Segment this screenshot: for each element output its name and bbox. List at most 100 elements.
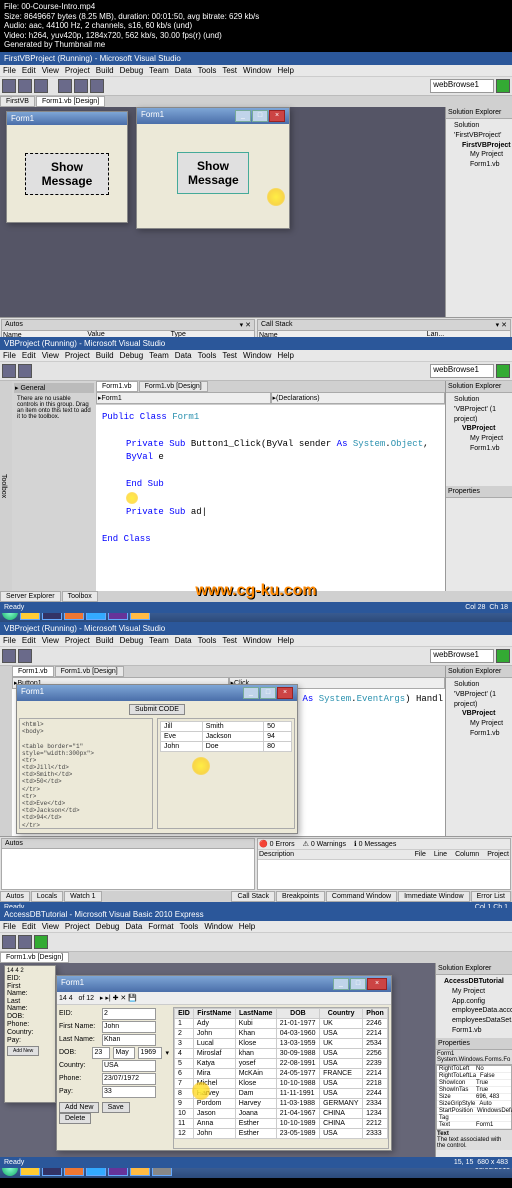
new-icon[interactable] bbox=[2, 935, 16, 949]
menu-edit[interactable]: Edit bbox=[22, 922, 36, 931]
design-form[interactable]: Form1 Show Message bbox=[6, 111, 128, 223]
delete-button[interactable]: Delete bbox=[59, 1113, 91, 1124]
menu-window[interactable]: Window bbox=[243, 66, 271, 75]
table-row[interactable]: 9PordomHarvey11-03-1988GERMANY2334 bbox=[175, 1098, 388, 1108]
cut-icon[interactable] bbox=[58, 79, 72, 93]
menu-debug[interactable]: Debug bbox=[96, 922, 120, 931]
menu-team[interactable]: Team bbox=[149, 66, 169, 75]
main-menu[interactable]: FileEditViewProjectBuildDebugTeamDataToo… bbox=[0, 65, 512, 77]
country-field[interactable] bbox=[102, 1060, 156, 1072]
menu-view[interactable]: View bbox=[42, 922, 59, 931]
pay-field[interactable] bbox=[102, 1086, 156, 1098]
save-icon[interactable] bbox=[18, 364, 32, 378]
minimize-icon[interactable]: _ bbox=[235, 110, 251, 122]
maximize-icon[interactable]: □ bbox=[260, 687, 276, 699]
table-row[interactable]: 10JasonJoana21-04-1967CHINA1234 bbox=[175, 1108, 388, 1118]
code-editor[interactable]: Public Class Form1 Private Sub Button1_C… bbox=[96, 405, 445, 552]
play-icon[interactable] bbox=[496, 649, 510, 663]
running-form[interactable]: Form1 _□× Submit CODE <html><body> <tabl… bbox=[16, 684, 298, 834]
menu-help[interactable]: Help bbox=[277, 66, 293, 75]
menu-team[interactable]: Team bbox=[149, 351, 169, 360]
menu-window[interactable]: Window bbox=[204, 922, 232, 931]
show-message-button-design[interactable]: Show Message bbox=[25, 153, 109, 195]
solution-explorer[interactable]: Solution Explorer Solution 'VBProject' (… bbox=[445, 666, 512, 836]
menu-view[interactable]: View bbox=[42, 66, 59, 75]
toolbox-tab[interactable] bbox=[0, 666, 12, 836]
menu-team[interactable]: Team bbox=[149, 636, 169, 645]
eid-field[interactable] bbox=[102, 1008, 156, 1020]
menu-window[interactable]: Window bbox=[243, 351, 271, 360]
play-icon[interactable] bbox=[34, 935, 48, 949]
open-icon[interactable] bbox=[18, 79, 32, 93]
toolbox-tab[interactable]: Toolbox bbox=[0, 381, 12, 591]
menu-project[interactable]: Project bbox=[65, 922, 90, 931]
play-icon[interactable] bbox=[496, 79, 510, 93]
target-combo[interactable]: webBrowse1 bbox=[430, 79, 494, 93]
menu-file[interactable]: File bbox=[3, 636, 16, 645]
menu-file[interactable]: File bbox=[3, 351, 16, 360]
save-button[interactable]: Save bbox=[102, 1102, 130, 1113]
running-form[interactable]: Form1 _□× Show Message bbox=[136, 107, 290, 229]
solution-explorer[interactable]: Solution Explorer AccessDBTutorial My Pr… bbox=[435, 963, 512, 1157]
close-icon[interactable]: × bbox=[277, 687, 293, 699]
close-icon[interactable]: × bbox=[269, 110, 285, 122]
menu-data[interactable]: Data bbox=[175, 66, 192, 75]
main-menu[interactable]: FileEditViewProjectDebugDataFormatToolsW… bbox=[0, 921, 512, 933]
toolbar[interactable]: webBrowse1 bbox=[0, 77, 512, 96]
menu-project[interactable]: Project bbox=[65, 351, 90, 360]
menu-build[interactable]: Build bbox=[96, 351, 114, 360]
save-icon[interactable] bbox=[18, 935, 32, 949]
menu-debug[interactable]: Debug bbox=[120, 66, 144, 75]
error-list[interactable]: 🔴 0 Errors⚠ 0 Warningsℹ 0 Messages Descr… bbox=[257, 838, 511, 890]
menu-tools[interactable]: Tools bbox=[198, 66, 217, 75]
autos-panel[interactable]: Autos bbox=[1, 838, 255, 890]
method-combo[interactable]: ▸(Declarations) bbox=[271, 392, 446, 404]
table-row[interactable]: 4Miroslafkhan30-09-1988USA2256 bbox=[175, 1048, 388, 1058]
html-textbox[interactable]: <html><body> <table border="1" style="wi… bbox=[19, 718, 153, 829]
save-icon[interactable] bbox=[34, 79, 48, 93]
menu-build[interactable]: Build bbox=[96, 636, 114, 645]
menu-format[interactable]: Format bbox=[148, 922, 173, 931]
new-icon[interactable] bbox=[2, 364, 16, 378]
menu-tools[interactable]: Tools bbox=[198, 351, 217, 360]
menu-tools[interactable]: Tools bbox=[198, 636, 217, 645]
save-icon[interactable] bbox=[18, 649, 32, 663]
play-icon[interactable] bbox=[496, 364, 510, 378]
show-message-button[interactable]: Show Message bbox=[177, 152, 249, 194]
paste-icon[interactable] bbox=[90, 79, 104, 93]
menu-edit[interactable]: Edit bbox=[22, 351, 36, 360]
menu-test[interactable]: Test bbox=[222, 66, 237, 75]
maximize-icon[interactable]: □ bbox=[350, 978, 366, 990]
toolbar[interactable]: webBrowse1 bbox=[0, 647, 512, 666]
menu-tools[interactable]: Tools bbox=[180, 922, 199, 931]
phone-field[interactable] bbox=[102, 1073, 156, 1085]
data-grid[interactable]: EIDFirstNameLastNameDOBCountryPhon1AdyKu… bbox=[173, 1007, 389, 1149]
table-row[interactable]: 2JohnKhan04-03-1960USA2214 bbox=[175, 1028, 388, 1038]
table-row[interactable]: 5Katyayosef22-08-1991USA2239 bbox=[175, 1058, 388, 1068]
menu-window[interactable]: Window bbox=[243, 636, 271, 645]
designer-surface[interactable]: 14 4 2 EID: First Name: Last Name: DOB: … bbox=[0, 963, 435, 1157]
menu-data[interactable]: Data bbox=[175, 636, 192, 645]
menu-help[interactable]: Help bbox=[277, 636, 293, 645]
menu-project[interactable]: Project bbox=[65, 66, 90, 75]
new-icon[interactable] bbox=[2, 649, 16, 663]
menu-data[interactable]: Data bbox=[125, 922, 142, 931]
table-row[interactable]: 3LucalKlose13-03-1959UK2534 bbox=[175, 1038, 388, 1048]
addnew-button[interactable]: Add New bbox=[59, 1102, 99, 1113]
menu-view[interactable]: View bbox=[42, 636, 59, 645]
menu-build[interactable]: Build bbox=[96, 66, 114, 75]
toolbar[interactable] bbox=[0, 933, 512, 952]
designer-surface[interactable]: Form1 Show Message Form1 _□× Show Messag… bbox=[0, 107, 445, 317]
table-row[interactable]: 11AnnaEsther10-10-1989CHINA2212 bbox=[175, 1118, 388, 1128]
main-menu[interactable]: FileEditViewProjectBuildDebugTeamDataToo… bbox=[0, 635, 512, 647]
table-row[interactable]: 1AdyKubi21-01-1977UK2246 bbox=[175, 1018, 388, 1028]
minimize-icon[interactable]: _ bbox=[333, 978, 349, 990]
lastname-field[interactable] bbox=[102, 1034, 156, 1046]
submit-button[interactable]: Submit CODE bbox=[129, 704, 185, 715]
maximize-icon[interactable]: □ bbox=[252, 110, 268, 122]
menu-project[interactable]: Project bbox=[65, 636, 90, 645]
menu-edit[interactable]: Edit bbox=[22, 636, 36, 645]
menu-test[interactable]: Test bbox=[222, 636, 237, 645]
menu-data[interactable]: Data bbox=[175, 351, 192, 360]
firstname-field[interactable] bbox=[102, 1021, 156, 1033]
